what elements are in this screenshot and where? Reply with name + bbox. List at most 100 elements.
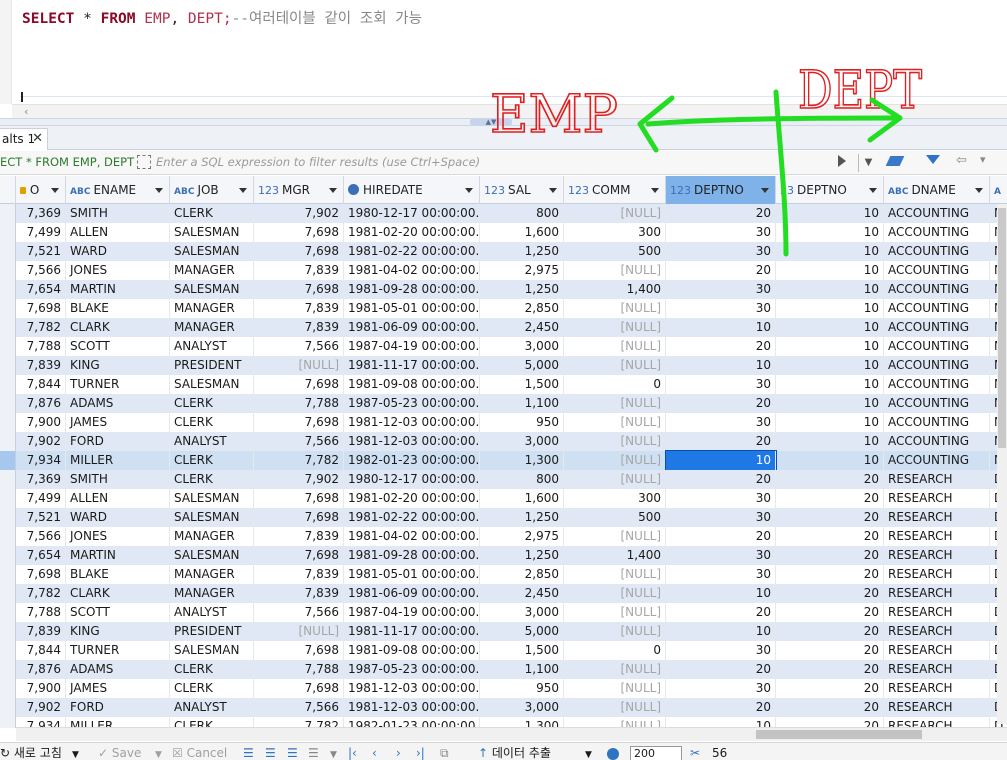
column-header-deptno[interactable]: 123 DEPTNO xyxy=(666,176,776,204)
fetch-page-icon[interactable]: ⧉ xyxy=(440,745,449,760)
dept-deptno-cell[interactable]: 20 xyxy=(776,698,884,717)
splitter-grip-icon[interactable]: ▲▼ xyxy=(470,119,512,126)
dept-deptno-cell[interactable]: 20 xyxy=(776,565,884,584)
sal-cell[interactable]: 2,975 xyxy=(480,261,564,280)
sal-cell[interactable]: 5,000 xyxy=(480,622,564,641)
rows-delete-icon[interactable]: ☰ xyxy=(308,745,319,760)
hiredate-cell[interactable]: 1987-04-19 00:00:00.000 xyxy=(344,603,480,622)
table-row[interactable]: 7,566 JONES MANAGER 7,839 1981-04-02 00:00:0… xyxy=(0,261,1007,280)
hiredate-cell[interactable]: 1980-12-17 00:00:00.000 xyxy=(344,470,480,489)
emp-deptno-cell[interactable]: 20 xyxy=(666,432,776,451)
job-cell[interactable]: PRESIDENT xyxy=(170,356,254,375)
hiredate-cell[interactable]: 1981-04-02 00:00:00.000 xyxy=(344,527,480,546)
dname-cell[interactable]: ACCOUNTING xyxy=(884,451,990,470)
table-row[interactable]: 7,499 ALLEN SALESMAN 7,698 1981-02-20 00:00:… xyxy=(0,223,1007,242)
hiredate-cell[interactable]: 1981-06-09 00:00:00.000 xyxy=(344,318,480,337)
empno-cell[interactable]: 7,369 xyxy=(16,470,66,489)
table-row[interactable]: 7,782 CLARK MANAGER 7,839 1981-06-09 00:00:0… xyxy=(0,584,1007,603)
empno-cell[interactable]: 7,782 xyxy=(16,584,66,603)
ename-cell[interactable]: FORD xyxy=(66,698,170,717)
eraser-icon[interactable] xyxy=(885,156,905,166)
hiredate-cell[interactable]: 1981-04-02 00:00:00.000 xyxy=(344,261,480,280)
row-header[interactable] xyxy=(0,242,16,261)
empno-cell[interactable]: 7,521 xyxy=(16,242,66,261)
table-row[interactable]: 7,902 FORD ANALYST 7,566 1981-12-03 00:00:00… xyxy=(0,698,1007,717)
mgr-cell[interactable]: 7,839 xyxy=(254,261,344,280)
gear-icon[interactable] xyxy=(607,748,619,760)
dropdown-icon[interactable]: ▾ xyxy=(980,153,986,166)
close-icon[interactable]: ✕ xyxy=(32,129,43,149)
emp-deptno-cell[interactable]: 30 xyxy=(666,565,776,584)
empno-cell[interactable]: 7,900 xyxy=(16,413,66,432)
row-header[interactable] xyxy=(0,318,16,337)
filter-history-dropdown-icon[interactable]: ▼ xyxy=(858,154,878,172)
dname-cell[interactable]: ACCOUNTING xyxy=(884,337,990,356)
ename-cell[interactable]: KING xyxy=(66,622,170,641)
job-cell[interactable]: MANAGER xyxy=(170,261,254,280)
sort-icon[interactable] xyxy=(975,188,983,193)
dept-deptno-cell[interactable]: 20 xyxy=(776,660,884,679)
vertical-scroll-thumb[interactable] xyxy=(998,208,1006,448)
comm-cell[interactable]: [NULL] xyxy=(564,660,666,679)
dname-cell[interactable]: RESEARCH xyxy=(884,470,990,489)
empno-cell[interactable]: 7,788 xyxy=(16,603,66,622)
job-cell[interactable]: MANAGER xyxy=(170,299,254,318)
comm-cell[interactable]: 1,400 xyxy=(564,280,666,299)
job-cell[interactable]: MANAGER xyxy=(170,584,254,603)
sal-cell[interactable]: 1,250 xyxy=(480,242,564,261)
mgr-cell[interactable]: 7,566 xyxy=(254,603,344,622)
job-cell[interactable]: PRESIDENT xyxy=(170,622,254,641)
hiredate-cell[interactable]: 1981-02-22 00:00:00.000 xyxy=(344,508,480,527)
mgr-cell[interactable]: 7,902 xyxy=(254,470,344,489)
dept-deptno-cell[interactable]: 10 xyxy=(776,375,884,394)
sort-icon[interactable] xyxy=(155,188,163,193)
dname-cell[interactable]: ACCOUNTING xyxy=(884,299,990,318)
ename-cell[interactable]: KING xyxy=(66,356,170,375)
job-cell[interactable]: SALESMAN xyxy=(170,280,254,299)
comm-cell[interactable]: [NULL] xyxy=(564,451,666,470)
ename-cell[interactable]: ADAMS xyxy=(66,394,170,413)
row-header[interactable] xyxy=(0,698,16,717)
emp-deptno-cell[interactable]: 30 xyxy=(666,280,776,299)
emp-deptno-cell[interactable]: 30 xyxy=(666,546,776,565)
row-header[interactable] xyxy=(0,375,16,394)
dname-cell[interactable]: ACCOUNTING xyxy=(884,261,990,280)
empno-cell[interactable]: 7,499 xyxy=(16,223,66,242)
ename-cell[interactable]: JAMES xyxy=(66,413,170,432)
last-page-icon[interactable]: ›| xyxy=(416,745,425,760)
comm-cell[interactable]: [NULL] xyxy=(564,299,666,318)
job-cell[interactable]: SALESMAN xyxy=(170,508,254,527)
empno-cell[interactable]: 7,844 xyxy=(16,375,66,394)
mgr-cell[interactable]: [NULL] xyxy=(254,356,344,375)
ename-cell[interactable]: WARD xyxy=(66,242,170,261)
funnel-icon[interactable] xyxy=(926,155,940,164)
emp-deptno-cell[interactable]: 10 xyxy=(666,318,776,337)
comm-cell[interactable]: [NULL] xyxy=(564,318,666,337)
comm-cell[interactable]: 0 xyxy=(564,641,666,660)
table-row[interactable]: 7,876 ADAMS CLERK 7,788 1987-05-23 00:00:00.… xyxy=(0,660,1007,679)
ename-cell[interactable]: TURNER xyxy=(66,375,170,394)
table-row[interactable]: 7,782 CLARK MANAGER 7,839 1981-06-09 00:00:0… xyxy=(0,318,1007,337)
empno-cell[interactable]: 7,876 xyxy=(16,660,66,679)
ename-cell[interactable]: TURNER xyxy=(66,641,170,660)
fetch-size-input[interactable]: 200 xyxy=(630,746,682,760)
dname-cell[interactable]: ACCOUNTING xyxy=(884,432,990,451)
ename-cell[interactable]: ALLEN xyxy=(66,489,170,508)
row-header[interactable] xyxy=(0,584,16,603)
job-cell[interactable]: SALESMAN xyxy=(170,489,254,508)
table-row[interactable]: 7,844 TURNER SALESMAN 7,698 1981-09-08 00:00… xyxy=(0,375,1007,394)
comm-cell[interactable]: 0 xyxy=(564,375,666,394)
empno-cell[interactable]: 7,521 xyxy=(16,508,66,527)
sal-cell[interactable]: 1,300 xyxy=(480,451,564,470)
dname-cell[interactable]: RESEARCH xyxy=(884,679,990,698)
dname-cell[interactable]: RESEARCH xyxy=(884,622,990,641)
emp-deptno-cell[interactable]: 20 xyxy=(666,660,776,679)
column-header-job[interactable]: ABC JOB xyxy=(170,176,254,204)
comm-cell[interactable]: [NULL] xyxy=(564,337,666,356)
row-header[interactable] xyxy=(0,394,16,413)
hiredate-cell[interactable]: 1982-01-23 00:00:00.000 xyxy=(344,451,480,470)
dname-cell[interactable]: RESEARCH xyxy=(884,565,990,584)
rows-edit-icon[interactable]: ☰ xyxy=(243,745,254,760)
hiredate-cell[interactable]: 1981-09-28 00:00:00.000 xyxy=(344,546,480,565)
empno-cell[interactable]: 7,654 xyxy=(16,280,66,299)
